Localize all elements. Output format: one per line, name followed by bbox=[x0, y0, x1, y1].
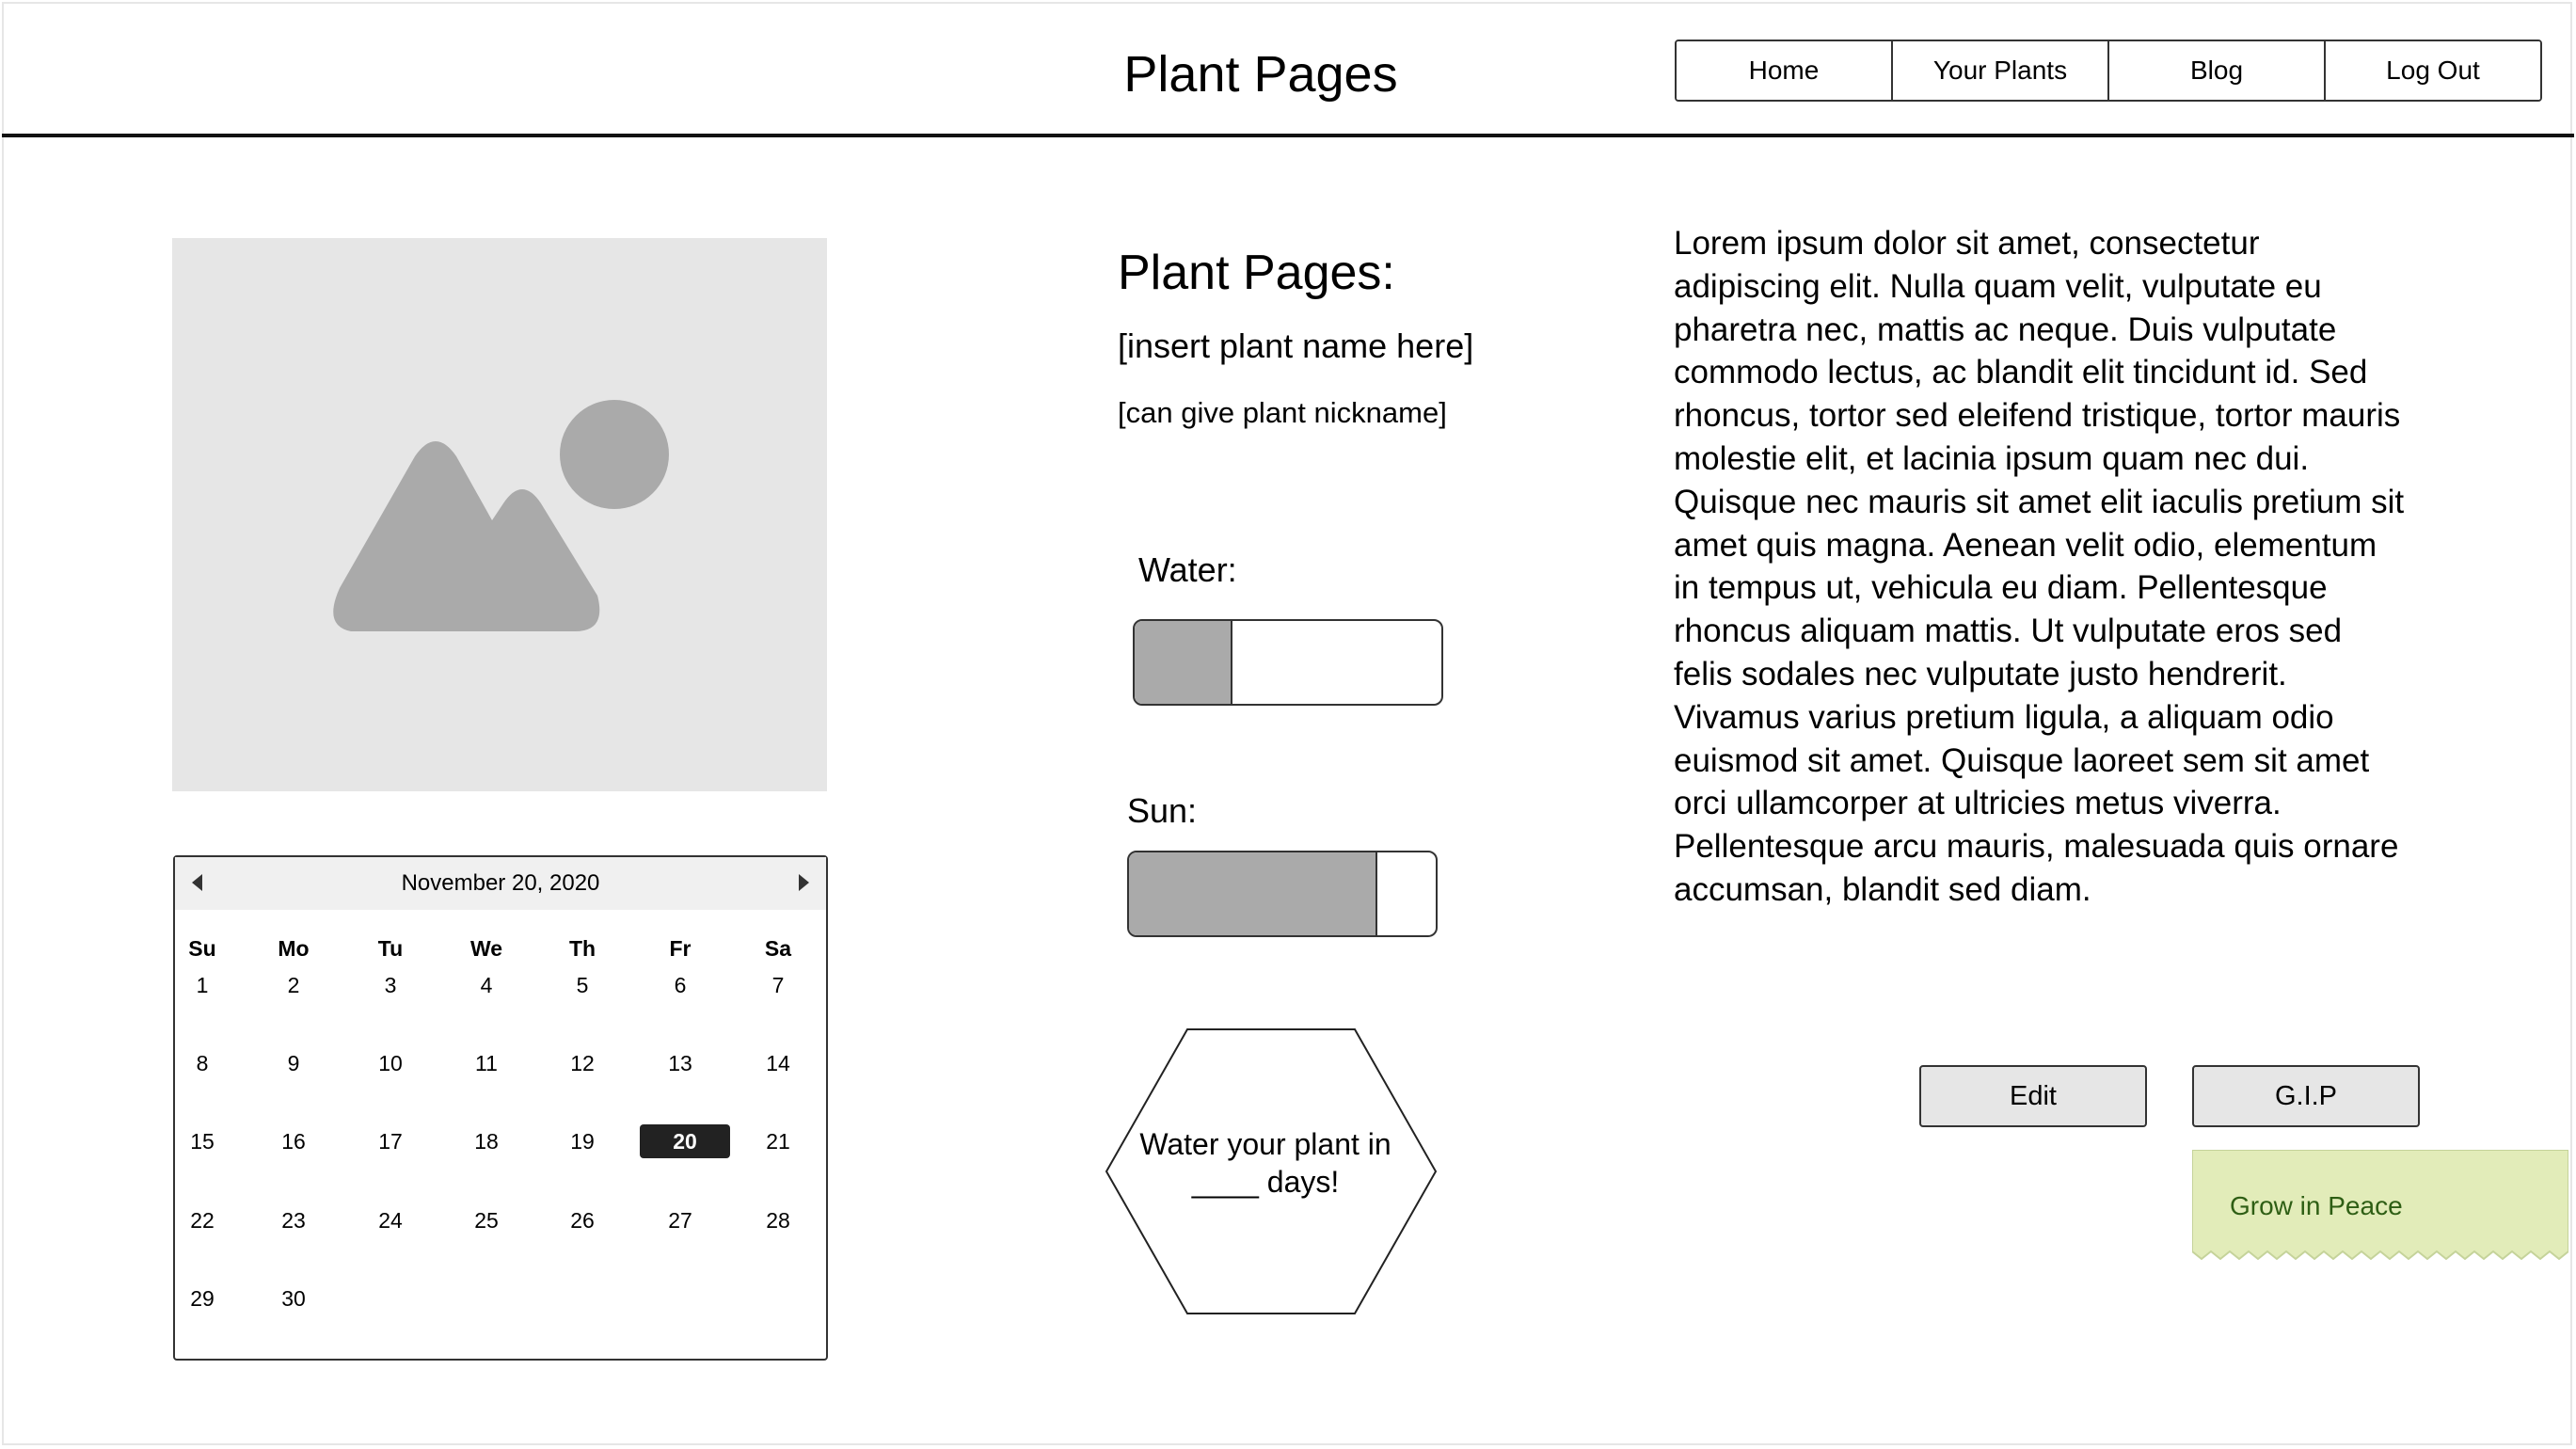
calendar-day-20[interactable]: 20 bbox=[640, 1124, 730, 1158]
calendar-prev-icon[interactable] bbox=[192, 874, 202, 891]
calendar-day-9[interactable]: 9 bbox=[251, 1046, 336, 1080]
calendar-day-8[interactable]: 8 bbox=[160, 1046, 245, 1080]
calendar-dow-we: We bbox=[469, 936, 503, 961]
calendar-day-11[interactable]: 11 bbox=[444, 1046, 529, 1080]
calendar-day-1[interactable]: 1 bbox=[160, 968, 245, 1002]
calendar-day-21[interactable]: 21 bbox=[736, 1124, 820, 1158]
water-reminder-line2: ____ days! bbox=[1191, 1165, 1340, 1199]
calendar-dow-mo: Mo bbox=[278, 936, 310, 961]
plant-description: Lorem ipsum dolor sit amet, consectetur … bbox=[1674, 225, 2405, 908]
calendar-day-12[interactable]: 12 bbox=[540, 1046, 625, 1080]
calendar-day-16[interactable]: 16 bbox=[251, 1124, 336, 1158]
calendar-day-18[interactable]: 18 bbox=[444, 1124, 529, 1158]
header-divider bbox=[2, 134, 2574, 137]
calendar-day-4[interactable]: 4 bbox=[444, 968, 529, 1002]
calendar-day-15[interactable]: 15 bbox=[160, 1124, 245, 1158]
calendar-day-17[interactable]: 17 bbox=[348, 1124, 433, 1158]
water-label: Water: bbox=[1138, 550, 1237, 589]
calendar-dow-fr: Fr bbox=[669, 936, 692, 961]
calendar[interactable]: November 20, 2020 Su Mo Tu We Th Fr Sa 1 2 3 4 5 6 7 8… bbox=[173, 855, 828, 1361]
calendar-dow-su: Su bbox=[188, 936, 216, 961]
gip-tooltip-text: Grow in Peace bbox=[2230, 1191, 2403, 1220]
gip-button[interactable]: G.I.P bbox=[2192, 1065, 2420, 1127]
plant-nickname-placeholder[interactable]: [can give plant nickname] bbox=[1118, 393, 1447, 433]
calendar-day-5[interactable]: 5 bbox=[540, 968, 625, 1002]
water-reminder-text: Water your plant in ____ days! bbox=[1120, 1125, 1411, 1201]
calendar-day-3[interactable]: 3 bbox=[348, 968, 433, 1002]
water-reminder-line1: Water your plant in bbox=[1139, 1127, 1391, 1161]
top-nav: Home Your Plants Blog Log Out bbox=[1675, 40, 2542, 102]
calendar-next-icon[interactable] bbox=[799, 874, 809, 891]
nav-home[interactable]: Home bbox=[1677, 41, 1893, 100]
calendar-day-14[interactable]: 14 bbox=[736, 1046, 820, 1080]
calendar-header: November 20, 2020 bbox=[175, 857, 826, 910]
calendar-day-25[interactable]: 25 bbox=[444, 1203, 529, 1237]
site-title: Plant Pages bbox=[1123, 46, 1398, 103]
calendar-day-27[interactable]: 27 bbox=[638, 1203, 723, 1237]
calendar-day-22[interactable]: 22 bbox=[160, 1203, 245, 1237]
calendar-day-23[interactable]: 23 bbox=[251, 1203, 336, 1237]
calendar-dow-sa: Sa bbox=[764, 936, 792, 961]
calendar-day-19[interactable]: 19 bbox=[540, 1124, 625, 1158]
calendar-day-6[interactable]: 6 bbox=[638, 968, 723, 1002]
sun-label: Sun: bbox=[1127, 791, 1198, 830]
calendar-day-7[interactable]: 7 bbox=[736, 968, 820, 1002]
image-placeholder-icon bbox=[333, 400, 669, 631]
calendar-day-24[interactable]: 24 bbox=[348, 1203, 433, 1237]
sun-meter bbox=[1127, 851, 1438, 937]
plant-heading: Plant Pages: bbox=[1118, 246, 1395, 300]
nav-blog[interactable]: Blog bbox=[2109, 41, 2326, 100]
water-meter-fill bbox=[1135, 621, 1233, 704]
plant-name-placeholder[interactable]: [insert plant name here] bbox=[1118, 324, 1473, 369]
calendar-day-26[interactable]: 26 bbox=[540, 1203, 625, 1237]
nav-your-plants[interactable]: Your Plants bbox=[1893, 41, 2109, 100]
calendar-day-28[interactable]: 28 bbox=[736, 1203, 820, 1237]
calendar-day-30[interactable]: 30 bbox=[251, 1282, 336, 1315]
plant-image-placeholder[interactable] bbox=[172, 238, 827, 791]
edit-button[interactable]: Edit bbox=[1919, 1065, 2147, 1127]
nav-log-out[interactable]: Log Out bbox=[2326, 41, 2540, 100]
calendar-dow-th: Th bbox=[568, 936, 596, 961]
sun-meter-fill bbox=[1129, 852, 1378, 935]
calendar-dow-tu: Tu bbox=[377, 936, 404, 961]
calendar-day-13[interactable]: 13 bbox=[638, 1046, 723, 1080]
calendar-day-10[interactable]: 10 bbox=[348, 1046, 433, 1080]
calendar-title: November 20, 2020 bbox=[401, 870, 600, 896]
calendar-day-29[interactable]: 29 bbox=[160, 1282, 245, 1315]
calendar-day-2[interactable]: 2 bbox=[251, 968, 336, 1002]
water-meter bbox=[1133, 619, 1443, 706]
